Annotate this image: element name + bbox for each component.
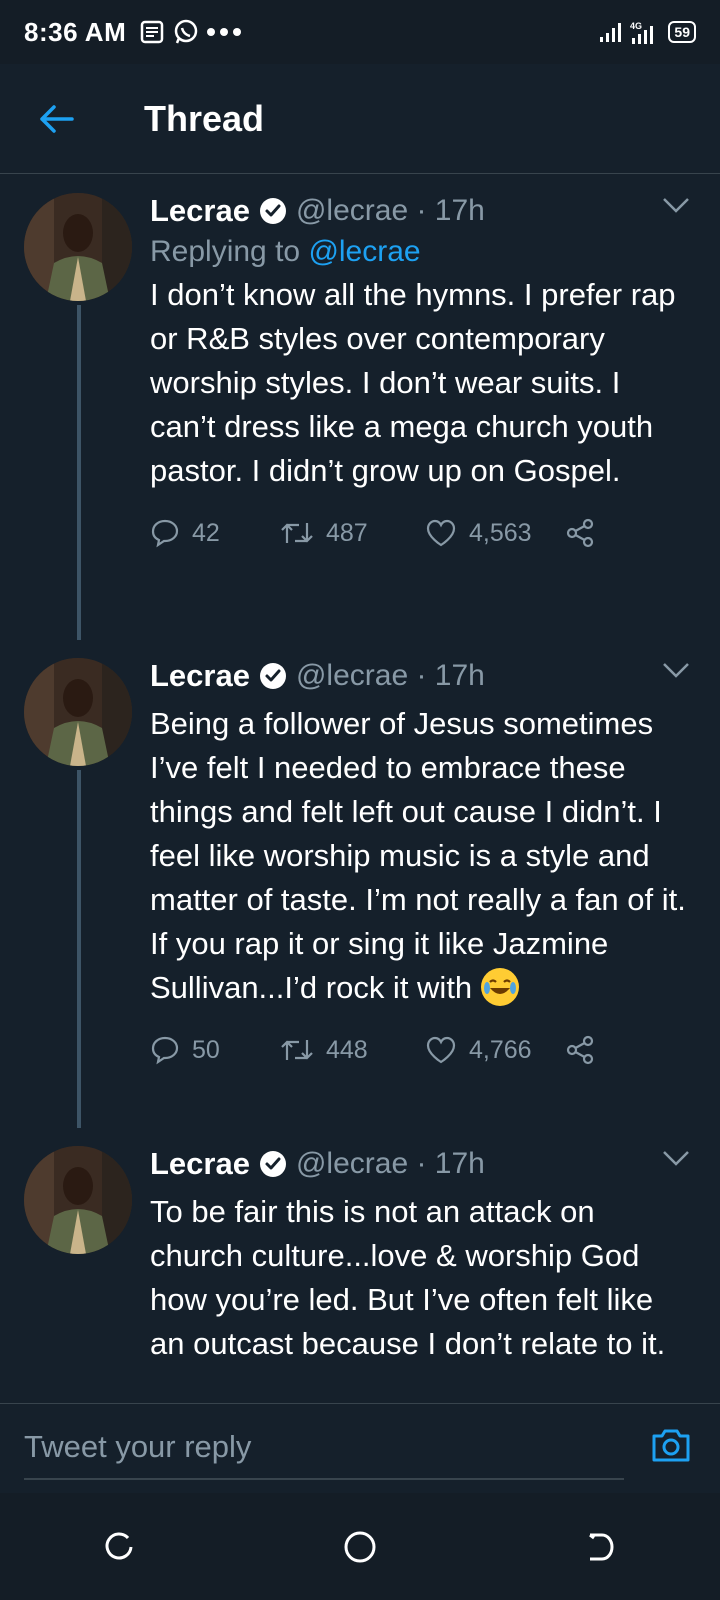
tweet-2[interactable]: Lecrae @lecrae · 17h Being a follower of… bbox=[0, 640, 720, 1128]
like-button[interactable]: 4,563 bbox=[425, 518, 565, 548]
thread-header: Thread bbox=[0, 64, 720, 174]
tweet-text-body: Being a follower of Jesus sometimes I’ve… bbox=[150, 706, 686, 1005]
status-notification-icons bbox=[140, 18, 242, 46]
reply-count: 50 bbox=[192, 1035, 220, 1064]
recent-apps-icon[interactable] bbox=[102, 1529, 138, 1565]
tweet-text: I don’t know all the hymns. I prefer rap… bbox=[150, 277, 676, 488]
reply-button[interactable]: 42 bbox=[150, 518, 280, 548]
signal-icon bbox=[600, 23, 622, 42]
reply-input[interactable]: Tweet your reply bbox=[24, 1416, 624, 1480]
arrow-left-icon bbox=[40, 104, 74, 133]
author-name[interactable]: Lecrae bbox=[150, 658, 250, 694]
back-button[interactable] bbox=[28, 91, 84, 147]
tweet-1[interactable]: Lecrae @lecrae · 17h Replying to @lecrae… bbox=[0, 175, 720, 640]
share-icon bbox=[566, 1035, 594, 1065]
like-count: 4,766 bbox=[469, 1035, 532, 1064]
retweet-icon bbox=[281, 523, 313, 543]
camera-icon bbox=[652, 1429, 690, 1462]
tweet-text: To be fair this is not an attack on chur… bbox=[150, 1194, 666, 1361]
page-title: Thread bbox=[144, 97, 265, 139]
battery-icon: 59 bbox=[668, 21, 696, 43]
reply-composer: Tweet your reply bbox=[0, 1403, 720, 1493]
author-handle-time: @lecrae · 17h bbox=[295, 194, 485, 227]
face-with-tears-of-joy-emoji bbox=[480, 968, 519, 1006]
reply-count: 42 bbox=[192, 518, 220, 547]
thread-list[interactable]: Lecrae @lecrae · 17h Replying to @lecrae… bbox=[0, 175, 720, 1403]
more-notifications-icon bbox=[207, 28, 242, 36]
retweet-button[interactable]: 487 bbox=[280, 519, 425, 548]
heart-icon bbox=[426, 519, 456, 547]
replying-to-label: Replying to bbox=[150, 235, 309, 268]
replying-to: Replying to @lecrae bbox=[150, 235, 692, 269]
reply-icon bbox=[151, 519, 179, 548]
share-button[interactable] bbox=[565, 1035, 595, 1065]
news-app-icon bbox=[140, 20, 164, 44]
verified-badge-icon bbox=[259, 198, 286, 224]
reply-button[interactable]: 50 bbox=[150, 1035, 280, 1065]
replying-to-handle[interactable]: @lecrae bbox=[308, 235, 420, 268]
thread-connector-line bbox=[77, 770, 81, 1128]
verified-badge-icon bbox=[259, 1151, 286, 1177]
tweet-header: Lecrae @lecrae · 17h bbox=[150, 1128, 692, 1186]
battery-level: 59 bbox=[674, 24, 690, 40]
svg-text:4G: 4G bbox=[630, 21, 642, 31]
home-icon[interactable] bbox=[342, 1529, 378, 1565]
tweet-actions: 50 448 4,766 bbox=[150, 1020, 692, 1080]
chevron-down-icon[interactable] bbox=[662, 1150, 690, 1166]
author-name[interactable]: Lecrae bbox=[150, 1146, 250, 1182]
whatsapp-icon bbox=[174, 19, 198, 44]
tweet-header: Lecrae @lecrae · 17h bbox=[150, 640, 692, 698]
thread-connector-line bbox=[77, 305, 81, 640]
avatar[interactable] bbox=[24, 1146, 132, 1254]
retweet-count: 487 bbox=[326, 518, 368, 547]
system-nav-bar bbox=[0, 1493, 720, 1600]
tweet-text: Being a follower of Jesus sometimes I’ve… bbox=[150, 702, 692, 1010]
author-handle-time: @lecrae · 17h bbox=[295, 1147, 485, 1180]
share-icon bbox=[566, 518, 594, 548]
retweet-count: 448 bbox=[326, 1035, 368, 1064]
back-nav-icon[interactable] bbox=[582, 1529, 618, 1565]
like-button[interactable]: 4,766 bbox=[425, 1035, 565, 1065]
camera-button[interactable] bbox=[650, 1426, 692, 1469]
chevron-down-icon[interactable] bbox=[662, 197, 690, 213]
verified-badge-icon bbox=[259, 663, 286, 689]
chevron-down-icon[interactable] bbox=[662, 662, 690, 678]
avatar[interactable] bbox=[24, 658, 132, 766]
status-system-icons: 4G 59 bbox=[600, 20, 696, 44]
avatar[interactable] bbox=[24, 193, 132, 301]
retweet-button[interactable]: 448 bbox=[280, 1036, 425, 1065]
heart-icon bbox=[426, 1036, 456, 1064]
tweet-header: Lecrae @lecrae · 17h bbox=[150, 175, 692, 233]
author-handle-time: @lecrae · 17h bbox=[295, 659, 485, 692]
reply-icon bbox=[151, 1036, 179, 1065]
status-bar: 8:36 AM 4G 59 bbox=[0, 0, 720, 64]
share-button[interactable] bbox=[565, 518, 595, 548]
status-time: 8:36 AM bbox=[24, 16, 127, 47]
signal-4g-icon: 4G bbox=[630, 21, 654, 44]
tweet-actions: 42 487 4,563 bbox=[150, 503, 692, 563]
author-name[interactable]: Lecrae bbox=[150, 193, 250, 229]
tweet-3[interactable]: Lecrae @lecrae · 17h To be fair this is … bbox=[0, 1128, 720, 1403]
like-count: 4,563 bbox=[469, 518, 532, 547]
retweet-icon bbox=[281, 1040, 313, 1060]
